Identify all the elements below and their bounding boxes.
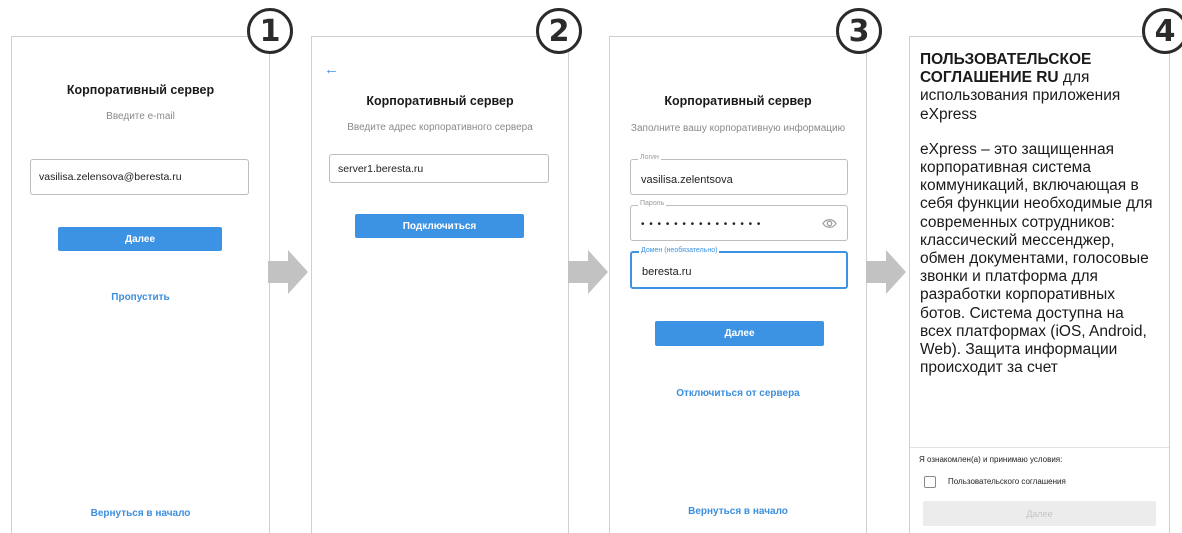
text-fade [910, 427, 1169, 449]
domain-label: Домен (необязательно) [639, 247, 720, 254]
accept-prompt: Я ознакомлен(а) и принимаю условия: [919, 455, 1063, 464]
agreement-text[interactable]: ПОЛЬЗОВАТЕЛЬСКОЕ СОГЛАШЕНИЕ RU для испол… [920, 51, 1158, 449]
next-button[interactable]: Далее [655, 321, 824, 346]
back-arrow-icon[interactable]: ← [324, 61, 339, 78]
agreement-heading: ПОЛЬЗОВАТЕЛЬСКОЕ СОГЛАШЕНИЕ RU для испол… [920, 51, 1158, 124]
checkbox-label[interactable]: Пользовательского соглашения [948, 477, 1066, 486]
email-field[interactable]: vasilisa.zelensova@beresta.ru [30, 159, 249, 195]
back-to-start-link[interactable]: Вернуться в начало [12, 508, 269, 519]
screen-title: Корпоративный сервер [366, 94, 514, 108]
step-badge-4: 4 [1142, 8, 1182, 54]
agreement-body: eXpress – это защищенная корпоративная с… [920, 140, 1153, 377]
connect-button[interactable]: Подключиться [355, 214, 524, 238]
password-value: • • • • • • • • • • • • • • • [641, 219, 762, 230]
screen-hint: Заполните вашу корпоративную информацию [630, 123, 846, 134]
domain-value: beresta.ru [642, 266, 692, 278]
next-button[interactable]: Далее [58, 227, 222, 251]
screen-email: Корпоративный сервер Введите e-mail vasi… [11, 36, 270, 533]
screen-title: Корпоративный сервер [66, 83, 215, 97]
server-address-value: server1.beresta.ru [338, 162, 424, 175]
step-badge-1: 1 [247, 8, 293, 54]
step-badge-3: 3 [836, 8, 882, 54]
password-label: Пароль [638, 200, 667, 207]
screen-user-agreement: ПОЛЬЗОВАТЕЛЬСКОЕ СОГЛАШЕНИЕ RU для испол… [909, 36, 1170, 533]
agreement-checkbox[interactable] [924, 476, 936, 488]
screen-hint: Введите e-mail [106, 111, 175, 122]
eye-icon[interactable] [822, 218, 837, 229]
password-field[interactable]: Пароль • • • • • • • • • • • • • • • [630, 200, 848, 241]
email-value: vasilisa.zelensova@beresta.ru [39, 171, 182, 183]
step-badge-2: 2 [536, 8, 582, 54]
step-arrow-icon [568, 250, 608, 294]
screen-hint: Введите адрес корпоративного сервера [347, 122, 533, 133]
back-to-start-link[interactable]: Вернуться в начало [610, 506, 866, 517]
login-value: vasilisa.zelentsova [641, 174, 733, 186]
divider [910, 447, 1169, 448]
domain-field[interactable]: Домен (необязательно) beresta.ru [630, 247, 848, 289]
server-address-field[interactable]: server1.beresta.ru [329, 154, 549, 183]
disconnect-link[interactable]: Отключиться от сервера [610, 388, 866, 399]
step-arrow-icon [268, 250, 308, 294]
skip-link[interactable]: Пропустить [12, 292, 269, 303]
login-label: Логин [638, 154, 661, 161]
step-arrow-icon [866, 250, 906, 294]
login-field[interactable]: Логин vasilisa.zelentsova [630, 154, 848, 195]
screen-title: Корпоративный сервер [664, 94, 812, 108]
screen-server: ← Корпоративный сервер Введите адрес кор… [311, 36, 569, 533]
screen-credentials: Корпоративный сервер Заполните вашу корп… [609, 36, 867, 533]
next-button-disabled[interactable]: Далее [923, 501, 1156, 526]
